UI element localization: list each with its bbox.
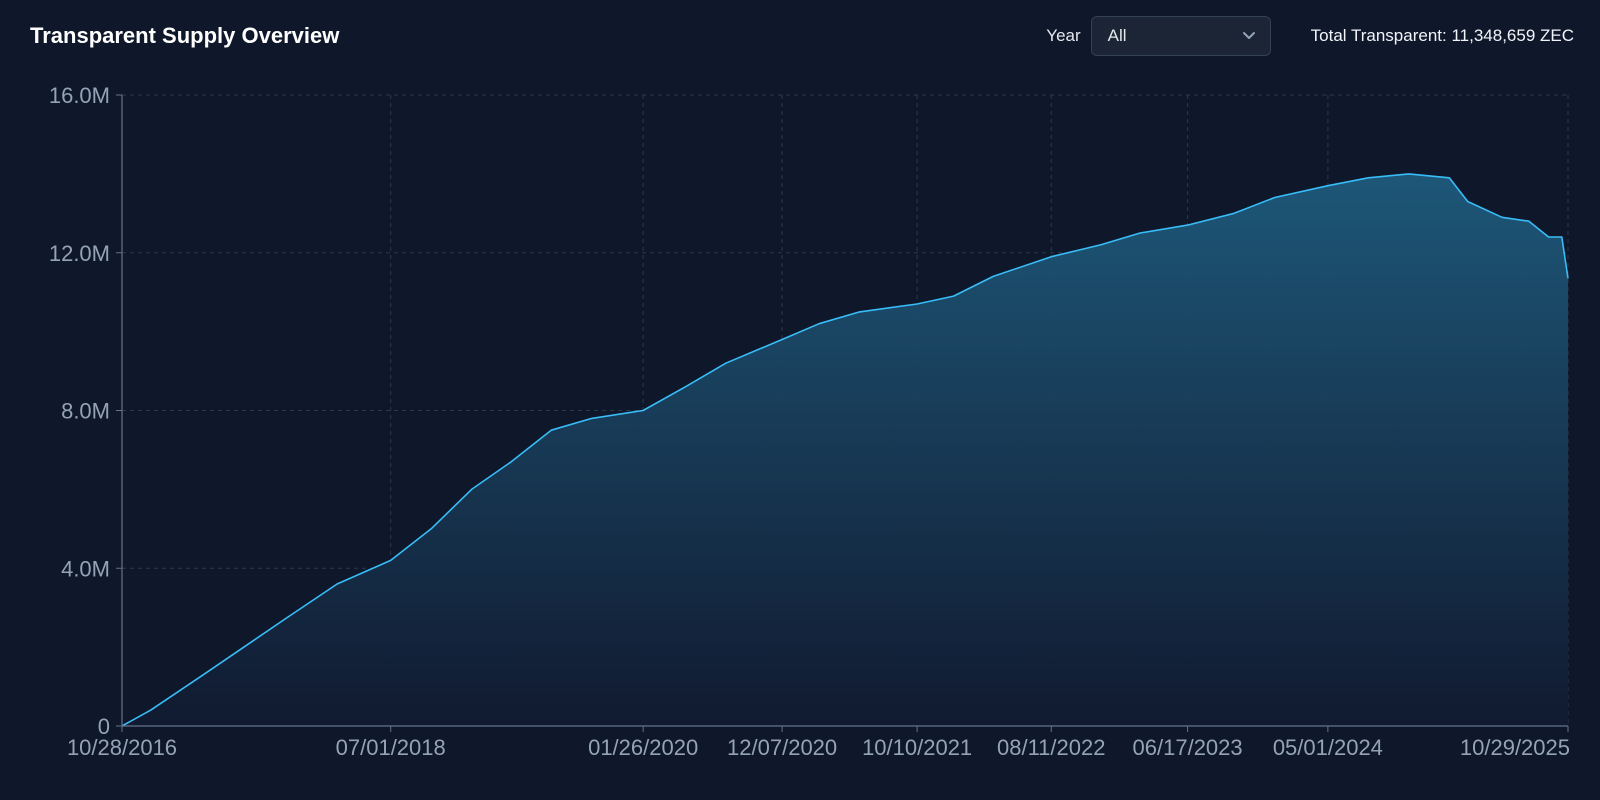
page: 0 4.0M 8.0M 12.0M 16.0M 10/28/2016 07/01/2018 0… [0, 0, 1600, 800]
y-tick-label: 16.0M [49, 83, 110, 108]
x-tick-label: 01/26/2020 [588, 735, 698, 760]
header-bar: Transparent Supply Overview Year All Tot… [30, 14, 1574, 58]
x-tick-label: 10/28/2016 [67, 735, 177, 760]
series-area-fill [122, 173, 1568, 726]
x-tick-label: 05/01/2024 [1273, 735, 1383, 760]
x-tick-label: 12/07/2020 [727, 735, 837, 760]
x-tick-label: 07/01/2018 [336, 735, 446, 760]
y-tick-label: 12.0M [49, 241, 110, 266]
total-transparent-label: Total Transparent: 11,348,659 ZEC [1310, 26, 1574, 45]
chevron-down-icon [1242, 31, 1256, 41]
header-controls: Year All Total Transparent: 11,348,659 Z… [1046, 16, 1574, 56]
y-tick-label: 4.0M [61, 556, 110, 581]
page-title: Transparent Supply Overview [30, 23, 340, 48]
year-select[interactable]: All [1090, 16, 1271, 56]
y-tick-label: 8.0M [61, 399, 110, 424]
chart-area-layer [121, 173, 1569, 727]
supply-chart: 04.0M8.0M12.0M16.0M10/28/2016 07/01/2018 0… [49, 83, 1570, 760]
year-filter-label: Year [1046, 26, 1081, 45]
x-tick-label: 08/11/2022 [997, 735, 1105, 760]
year-select-value: All [1107, 26, 1127, 45]
x-tick-label: 10/10/2021 [862, 735, 972, 760]
x-tick-label: 10/29/2025 [1460, 735, 1570, 760]
x-tick-label: 06/17/2023 [1133, 735, 1243, 760]
